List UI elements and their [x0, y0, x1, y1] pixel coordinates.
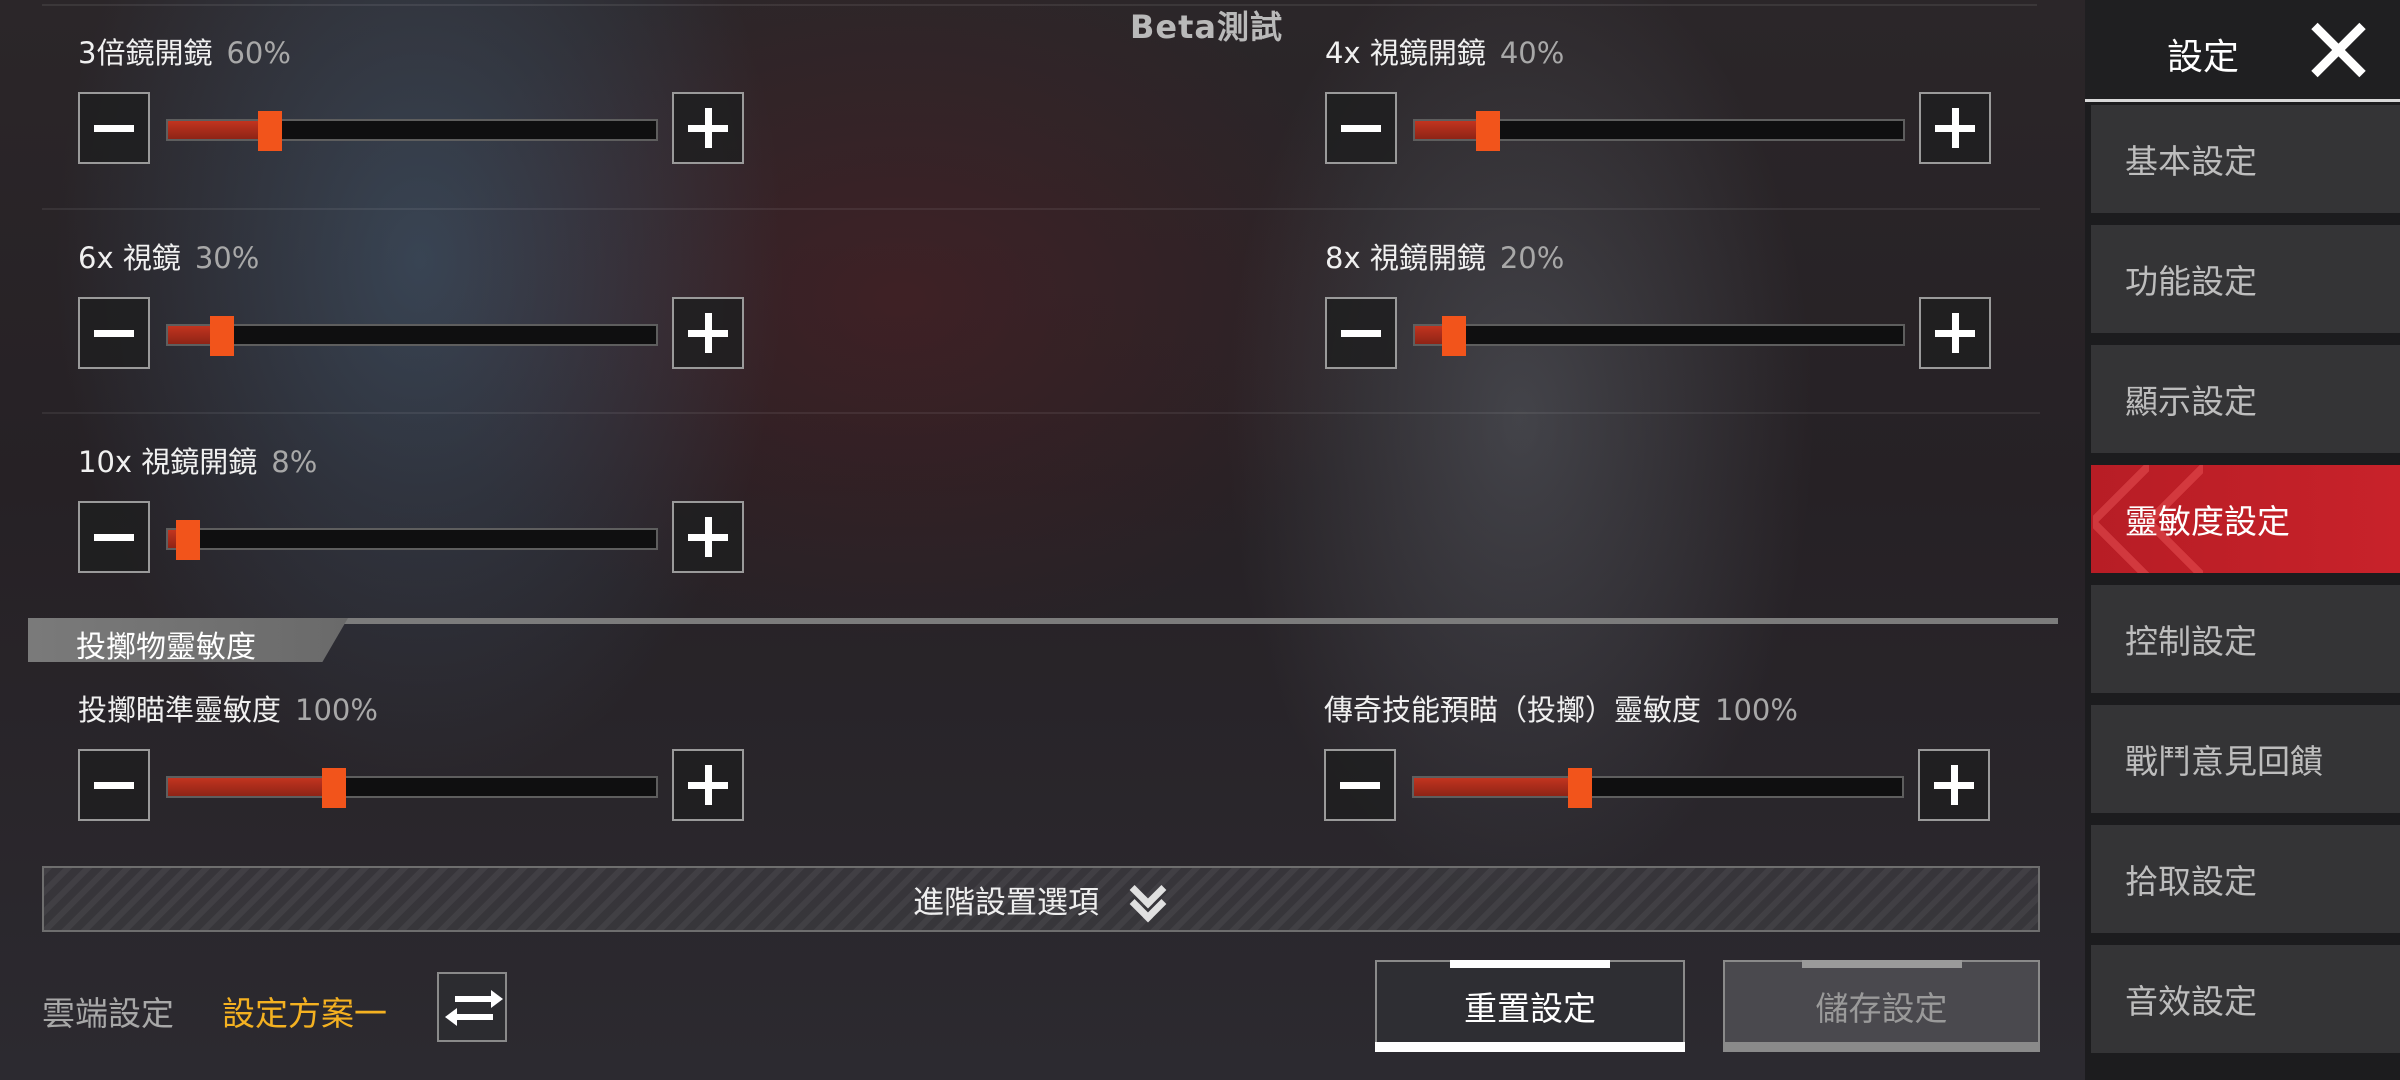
minus-icon [1341, 124, 1381, 132]
section-header-throwables: 投擲物靈敏度 [28, 618, 2058, 665]
settings-main-panel: Beta測試 3倍鏡開鏡 60% 4x 視鏡開鏡 40% 6x 視鏡 30% 8… [0, 0, 2085, 1080]
beta-label: Beta測試 [1130, 8, 1283, 46]
sidebar-header: 設定 [2085, 0, 2400, 102]
save-settings-label: 儲存設定 [1815, 989, 1948, 1028]
slider-thumb[interactable] [258, 111, 283, 151]
minus-icon [1340, 781, 1380, 789]
slider-setting-8x-scope: 8x 視鏡開鏡 20% [1325, 235, 2025, 385]
setting-percent: 100% [295, 693, 378, 727]
setting-percent: 20% [1499, 241, 1565, 275]
reset-settings-label: 重置設定 [1464, 989, 1596, 1028]
advanced-options-button[interactable]: 進階設置選項 [42, 866, 2040, 932]
settings-sidebar: 設定 基本設定 功能設定 顯示設定 靈敏度設定 控制設定 戰鬥意見回饋 拾取設定… [2085, 0, 2400, 1080]
double-chevron-down-icon [1127, 871, 1169, 923]
slider-setting-3x-scope: 3倍鏡開鏡 60% [78, 30, 778, 180]
section-title: 投擲物靈敏度 [76, 630, 256, 665]
row-divider [42, 208, 2040, 210]
slider-thumb[interactable] [175, 520, 200, 560]
increase-button[interactable] [672, 92, 744, 164]
slider-fill [1414, 778, 1580, 796]
slider-fill [168, 778, 334, 796]
sidebar-item-label: 音效設定 [2125, 982, 2257, 1021]
slider-track[interactable] [1412, 768, 1904, 808]
cloud-settings-label: 雲端設定 [42, 994, 174, 1033]
decrease-button[interactable] [78, 297, 150, 369]
slider-track[interactable] [166, 316, 658, 356]
settings-scheme-label[interactable]: 設定方案一 [222, 987, 387, 1035]
sidebar-item-label: 拾取設定 [2125, 862, 2257, 901]
setting-label: 8x 視鏡開鏡 [1325, 241, 1486, 275]
slider-setting-6x-scope: 6x 視鏡 30% [78, 235, 778, 385]
top-divider [42, 4, 2037, 6]
sidebar-item-combat-feedback[interactable]: 戰鬥意見回饋 [2085, 705, 2400, 819]
save-settings-button[interactable]: 儲存設定 [1723, 960, 2040, 1052]
slider-thumb[interactable] [1476, 111, 1501, 151]
setting-percent: 40% [1499, 36, 1565, 70]
close-button[interactable] [2307, 18, 2369, 80]
slider-setting-10x-scope: 10x 視鏡開鏡 8% [78, 439, 778, 589]
setting-label: 傳奇技能預瞄（投擲）靈敏度 [1324, 693, 1702, 727]
minus-icon [94, 329, 134, 337]
minus-icon [94, 781, 134, 789]
setting-percent: 100% [1715, 693, 1798, 727]
setting-label: 投擲瞄準靈敏度 [78, 693, 282, 727]
increase-button[interactable] [1918, 749, 1990, 821]
slider-track[interactable] [166, 520, 658, 560]
slider-track[interactable] [1413, 111, 1905, 151]
setting-label: 10x 視鏡開鏡 [78, 445, 258, 479]
slider-track[interactable] [166, 111, 658, 151]
decrease-button[interactable] [78, 501, 150, 573]
slider-thumb[interactable] [209, 316, 234, 356]
minus-icon [1341, 329, 1381, 337]
increase-button[interactable] [1919, 297, 1991, 369]
sidebar-item-sensitivity[interactable]: 靈敏度設定 [2085, 465, 2400, 579]
slider-track[interactable] [166, 768, 658, 808]
row-divider [42, 412, 2040, 414]
sidebar-item-label: 戰鬥意見回饋 [2125, 742, 2323, 781]
increase-button[interactable] [672, 749, 744, 821]
slider-setting-legend-throw: 傳奇技能預瞄（投擲）靈敏度 100% [1324, 687, 2024, 837]
slider-setting-4x-scope: 4x 視鏡開鏡 40% [1325, 30, 2025, 180]
setting-percent: 60% [226, 36, 291, 70]
slider-setting-throw-aim: 投擲瞄準靈敏度 100% [78, 687, 778, 837]
decrease-button[interactable] [78, 749, 150, 821]
sidebar-item-label: 控制設定 [2125, 622, 2257, 661]
sidebar-item-function[interactable]: 功能設定 [2085, 225, 2400, 339]
decrease-button[interactable] [78, 92, 150, 164]
setting-percent: 30% [194, 241, 260, 275]
decrease-button[interactable] [1325, 92, 1397, 164]
slider-thumb[interactable] [321, 768, 346, 808]
increase-button[interactable] [672, 501, 744, 573]
decrease-button[interactable] [1324, 749, 1396, 821]
sidebar-item-controls[interactable]: 控制設定 [2085, 585, 2400, 699]
minus-icon [94, 124, 134, 132]
advanced-options-label: 進階設置選項 [913, 884, 1099, 921]
sidebar-title: 設定 [2167, 37, 2240, 78]
setting-label: 3倍鏡開鏡 [78, 36, 213, 70]
sidebar-item-label: 靈敏度設定 [2125, 502, 2290, 541]
sidebar-item-pickup[interactable]: 拾取設定 [2085, 825, 2400, 939]
sidebar-item-basic[interactable]: 基本設定 [2085, 105, 2400, 219]
sidebar-item-display[interactable]: 顯示設定 [2085, 345, 2400, 459]
decrease-button[interactable] [1325, 297, 1397, 369]
slider-track[interactable] [1413, 316, 1905, 356]
setting-label: 6x 視鏡 [78, 241, 181, 275]
reset-settings-button[interactable]: 重置設定 [1375, 960, 1685, 1052]
swap-scheme-button[interactable] [437, 972, 507, 1042]
slider-thumb[interactable] [1442, 316, 1467, 356]
minus-icon [94, 533, 134, 541]
sidebar-item-label: 基本設定 [2125, 142, 2257, 181]
slider-fill [168, 121, 271, 139]
slider-thumb[interactable] [1567, 768, 1592, 808]
increase-button[interactable] [672, 297, 744, 369]
sidebar-item-label: 功能設定 [2125, 262, 2257, 301]
sidebar-item-audio[interactable]: 音效設定 [2085, 945, 2400, 1059]
setting-label: 4x 視鏡開鏡 [1325, 36, 1486, 70]
sidebar-item-label: 顯示設定 [2125, 382, 2257, 421]
increase-button[interactable] [1919, 92, 1991, 164]
setting-percent: 8% [271, 445, 318, 479]
